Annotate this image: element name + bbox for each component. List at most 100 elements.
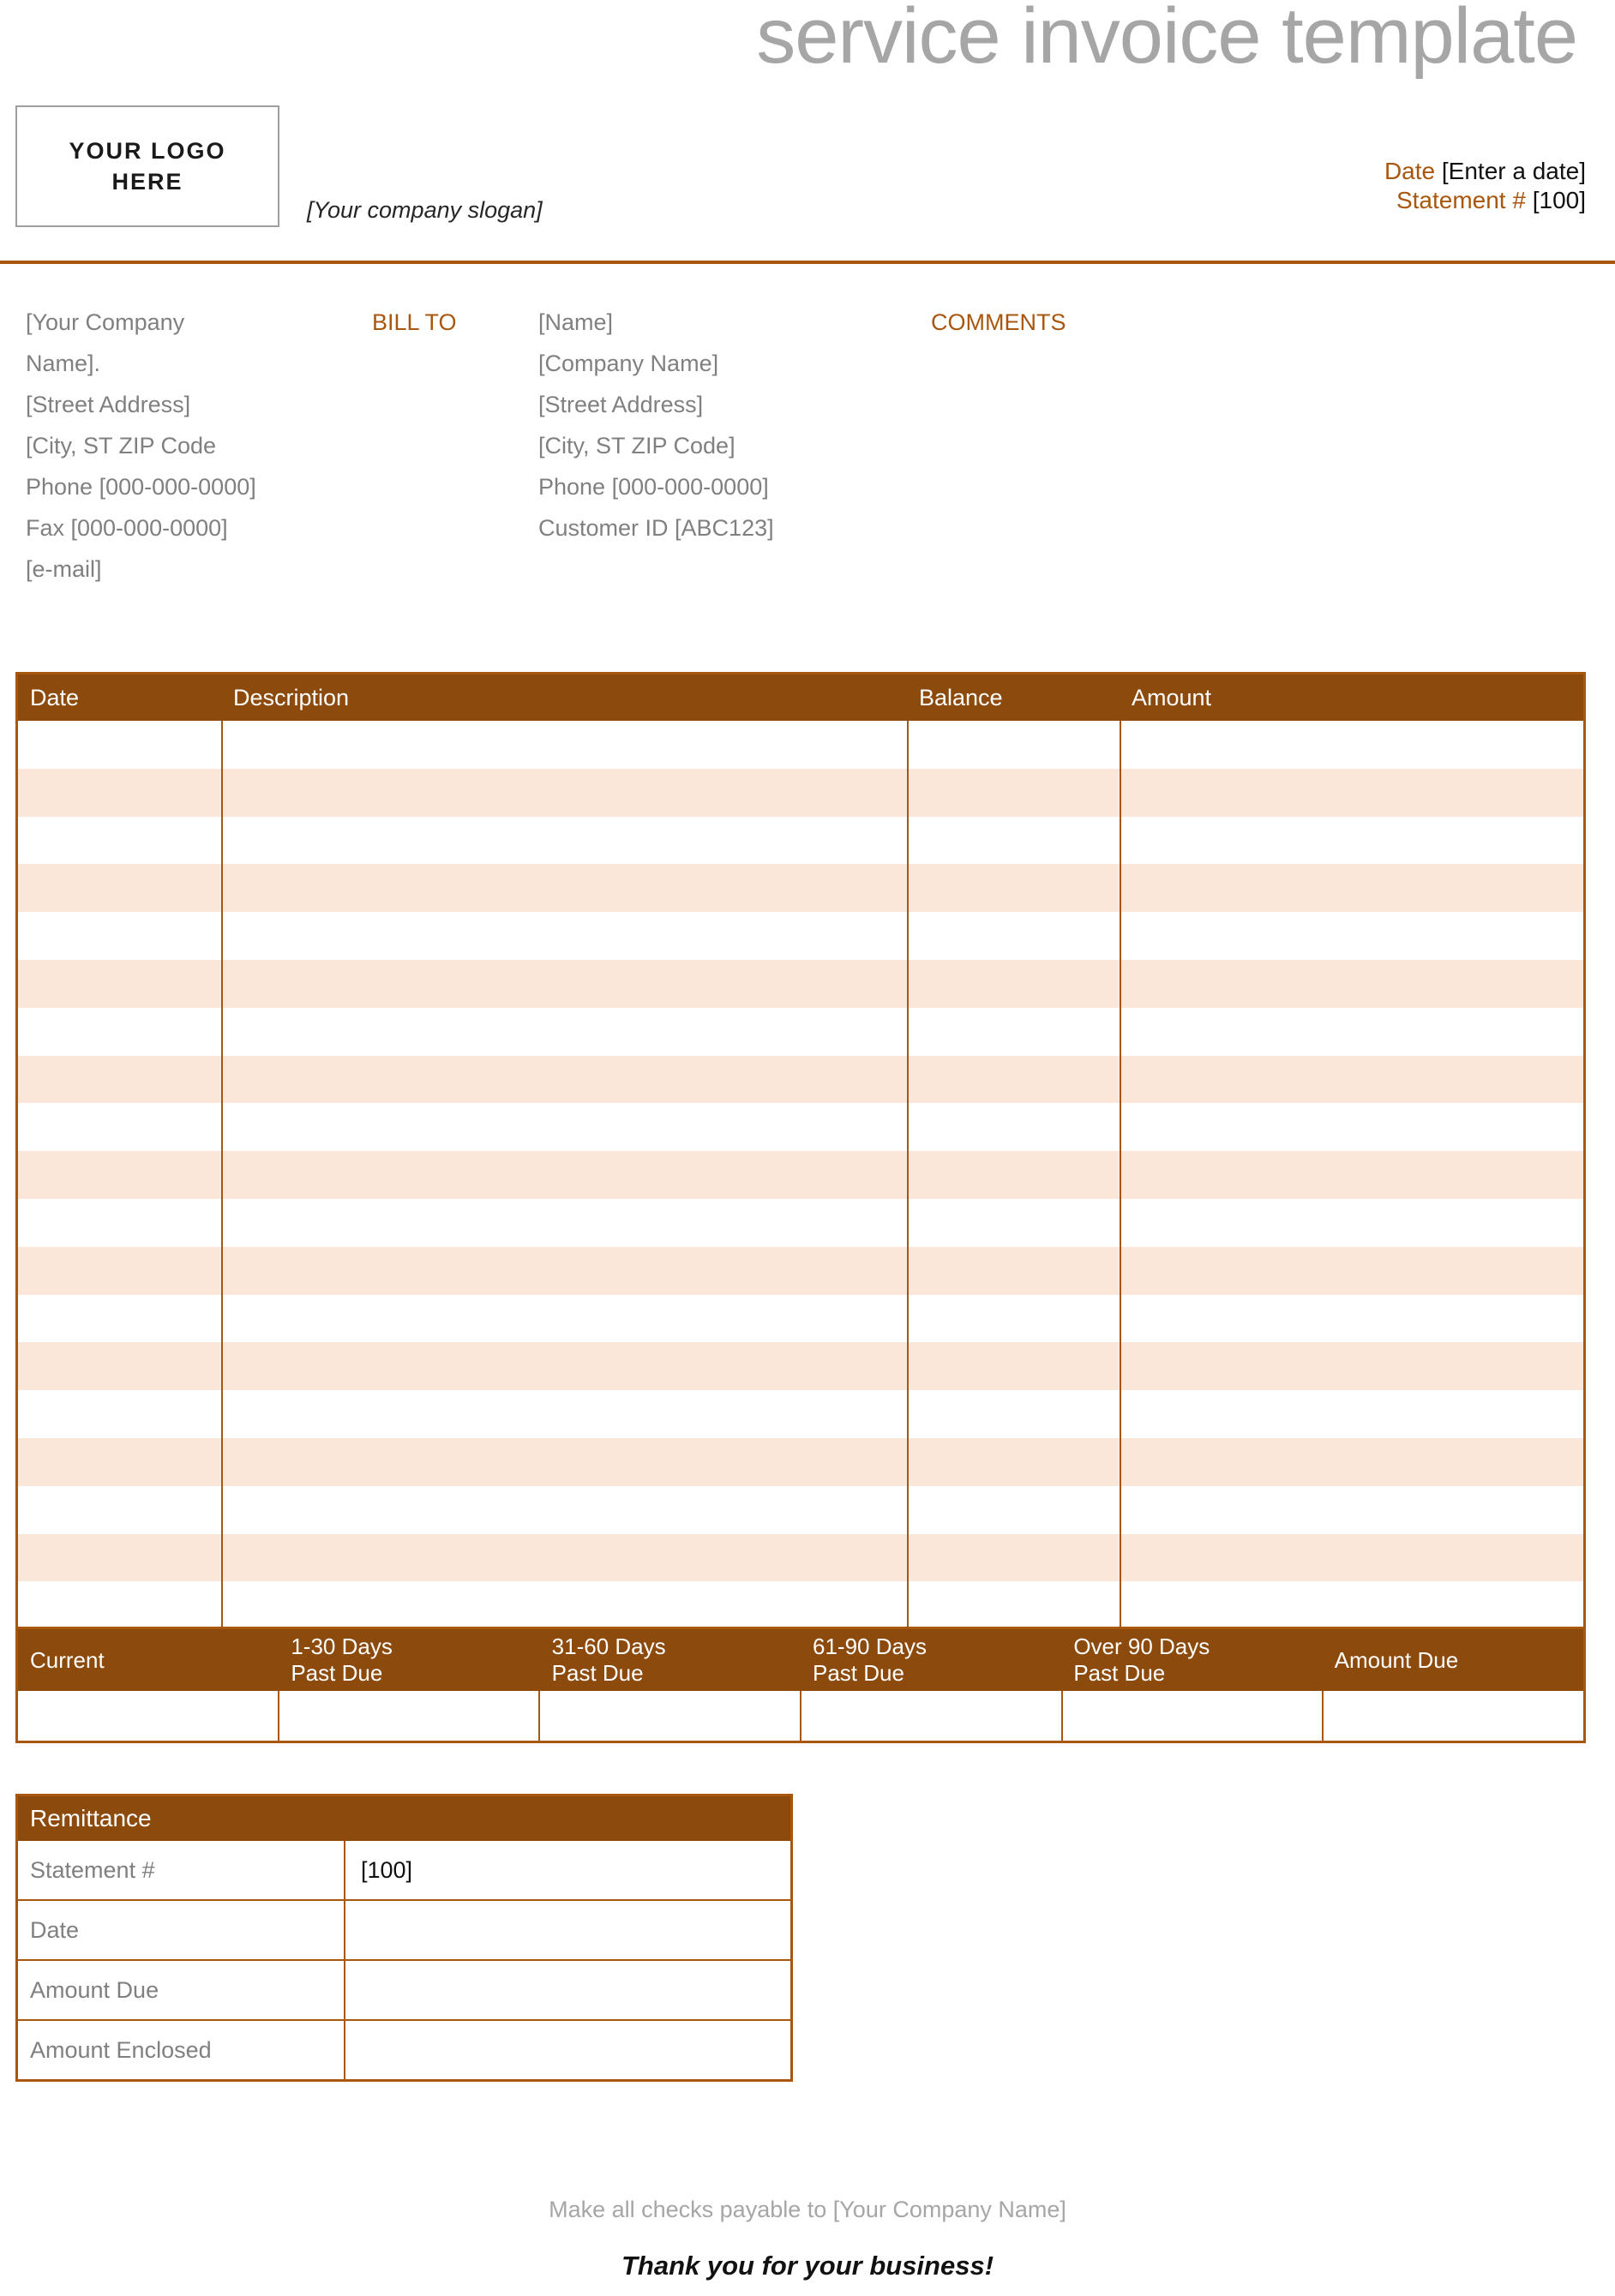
table-cell[interactable]: [18, 1151, 221, 1199]
table-cell[interactable]: [907, 912, 1120, 960]
table-row[interactable]: [18, 1485, 1583, 1534]
table-cell[interactable]: [18, 1486, 221, 1534]
table-row[interactable]: [18, 864, 1583, 913]
remittance-value[interactable]: [344, 1901, 790, 1959]
table-cell[interactable]: [221, 721, 907, 769]
table-row[interactable]: [18, 1055, 1583, 1104]
table-cell[interactable]: [1120, 1151, 1583, 1199]
table-cell[interactable]: [221, 1390, 907, 1438]
table-cell[interactable]: [907, 1246, 1120, 1295]
table-cell[interactable]: [907, 1055, 1120, 1104]
company-slogan[interactable]: [Your company slogan]: [307, 195, 543, 225]
table-cell[interactable]: [1120, 1007, 1583, 1056]
table-cell[interactable]: [907, 1390, 1120, 1438]
table-cell[interactable]: [907, 816, 1120, 865]
table-cell[interactable]: [221, 816, 907, 865]
table-cell[interactable]: [907, 1437, 1120, 1486]
aging-value-cell[interactable]: [800, 1691, 1061, 1741]
table-cell[interactable]: [1120, 721, 1583, 769]
table-cell[interactable]: [221, 1198, 907, 1247]
date-value[interactable]: [Enter a date]: [1442, 158, 1586, 184]
table-cell[interactable]: [18, 1390, 221, 1438]
table-row[interactable]: [18, 1437, 1583, 1486]
table-cell[interactable]: [1120, 1581, 1583, 1630]
table-cell[interactable]: [907, 1581, 1120, 1630]
table-cell[interactable]: [221, 1294, 907, 1343]
from-address-block[interactable]: [Your Company Name]. [Street Address] [C…: [26, 302, 351, 590]
table-cell[interactable]: [18, 864, 221, 912]
table-cell[interactable]: [907, 1485, 1120, 1534]
remittance-value[interactable]: [100]: [344, 1841, 790, 1899]
table-cell[interactable]: [907, 1198, 1120, 1247]
table-cell[interactable]: [1120, 1485, 1583, 1534]
table-row[interactable]: [18, 1103, 1583, 1152]
logo-placeholder[interactable]: YOUR LOGO HERE: [15, 105, 279, 227]
table-row[interactable]: [18, 721, 1583, 769]
table-cell[interactable]: [1120, 1055, 1583, 1104]
table-row[interactable]: [18, 1581, 1583, 1630]
table-cell[interactable]: [907, 864, 1120, 913]
table-cell[interactable]: [1120, 1103, 1583, 1152]
table-cell[interactable]: [18, 960, 221, 1008]
table-cell[interactable]: [18, 1103, 221, 1151]
table-row[interactable]: [18, 959, 1583, 1008]
table-cell[interactable]: [18, 1056, 221, 1104]
table-cell[interactable]: [907, 1342, 1120, 1391]
aging-value-cell[interactable]: [1060, 1691, 1323, 1741]
table-cell[interactable]: [18, 1295, 221, 1343]
table-cell[interactable]: [221, 1007, 907, 1056]
table-cell[interactable]: [221, 1246, 907, 1295]
table-cell[interactable]: [18, 912, 221, 960]
table-row[interactable]: [18, 768, 1583, 817]
table-cell[interactable]: [907, 1151, 1120, 1199]
table-cell[interactable]: [221, 912, 907, 960]
table-cell[interactable]: [907, 1533, 1120, 1582]
table-cell[interactable]: [18, 1199, 221, 1247]
table-cell[interactable]: [907, 1007, 1120, 1056]
aging-value-cell[interactable]: [538, 1691, 800, 1741]
table-row[interactable]: [18, 1151, 1583, 1199]
table-row[interactable]: [18, 1533, 1583, 1582]
table-cell[interactable]: [221, 1533, 907, 1582]
table-cell[interactable]: [18, 1534, 221, 1582]
table-row[interactable]: [18, 1007, 1583, 1056]
table-cell[interactable]: [18, 1581, 221, 1629]
table-cell[interactable]: [221, 768, 907, 817]
table-cell[interactable]: [1120, 864, 1583, 913]
table-cell[interactable]: [1120, 1246, 1583, 1295]
table-cell[interactable]: [18, 721, 221, 769]
table-cell[interactable]: [18, 1342, 221, 1390]
table-cell[interactable]: [1120, 1294, 1583, 1343]
table-row[interactable]: [18, 1246, 1583, 1295]
remittance-value[interactable]: [344, 2021, 790, 2079]
bill-to-address-block[interactable]: [Name] [Company Name] [Street Address] […: [538, 302, 933, 549]
table-cell[interactable]: [1120, 912, 1583, 960]
table-row[interactable]: [18, 912, 1583, 960]
table-cell[interactable]: [907, 959, 1120, 1008]
table-cell[interactable]: [907, 1294, 1120, 1343]
remittance-value[interactable]: [344, 1961, 790, 2019]
table-cell[interactable]: [221, 1342, 907, 1391]
table-cell[interactable]: [221, 864, 907, 913]
table-cell[interactable]: [18, 769, 221, 817]
table-cell[interactable]: [18, 817, 221, 865]
table-cell[interactable]: [1120, 1390, 1583, 1438]
table-cell[interactable]: [221, 1055, 907, 1104]
table-cell[interactable]: [907, 721, 1120, 769]
table-cell[interactable]: [1120, 768, 1583, 817]
table-cell[interactable]: [1120, 1437, 1583, 1486]
statement-value[interactable]: [100]: [1533, 187, 1586, 213]
table-cell[interactable]: [221, 1581, 907, 1630]
aging-value-cell[interactable]: [277, 1691, 539, 1741]
table-cell[interactable]: [1120, 959, 1583, 1008]
table-row[interactable]: [18, 1342, 1583, 1391]
table-cell[interactable]: [1120, 1198, 1583, 1247]
table-row[interactable]: [18, 1294, 1583, 1343]
aging-value-cell[interactable]: [1322, 1691, 1583, 1741]
table-cell[interactable]: [221, 1437, 907, 1486]
table-row[interactable]: [18, 1390, 1583, 1438]
table-cell[interactable]: [907, 1103, 1120, 1152]
table-row[interactable]: [18, 1198, 1583, 1247]
table-cell[interactable]: [221, 1103, 907, 1152]
table-cell[interactable]: [221, 1485, 907, 1534]
